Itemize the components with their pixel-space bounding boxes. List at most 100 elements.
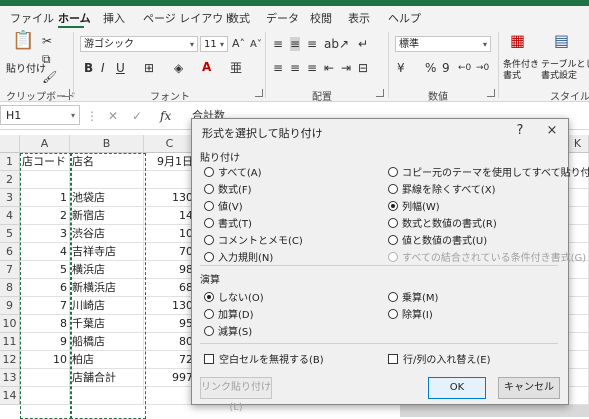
font-name-combo[interactable]: 游ゴシック ▾ <box>80 36 198 52</box>
row-header[interactable]: 2 <box>0 171 20 189</box>
cell-c7[interactable]: 98 <box>144 261 196 279</box>
increase-decimal-icon[interactable]: ←0 <box>458 61 471 75</box>
orientation-icon[interactable]: ab↗ <box>324 37 349 51</box>
paste-radio-5[interactable]: 入力規則(N) <box>204 249 273 264</box>
row-header[interactable]: 14 <box>0 387 20 405</box>
paste-radio-0[interactable]: すべて(A) <box>204 164 262 179</box>
paste-radio-4[interactable]: コメントとメモ(C) <box>204 232 303 247</box>
row-header[interactable]: 8 <box>0 279 20 297</box>
tab-file[interactable]: ファイル <box>10 10 54 26</box>
cell-c4[interactable]: 14 <box>144 207 196 225</box>
conditional-format-icon[interactable]: ▦ <box>510 33 525 49</box>
cell-c11[interactable]: 80 <box>144 333 196 351</box>
row-header[interactable]: 12 <box>0 351 20 369</box>
column-header-a[interactable]: A <box>20 135 70 153</box>
paste-alt-radio-1[interactable]: 罫線を除くすべて(X) <box>388 181 496 196</box>
percent-button[interactable]: % <box>425 61 436 75</box>
cancel-entry-icon[interactable]: ✕ <box>108 109 118 123</box>
tab-review[interactable]: 校閲 <box>310 10 332 26</box>
operation-alt-radio-1[interactable]: 除算(I) <box>388 306 433 321</box>
paste-radio-3[interactable]: 書式(T) <box>204 215 252 230</box>
merge-center-icon[interactable]: ⊟ <box>358 61 368 75</box>
phonetic-icon[interactable]: 亜 <box>230 61 242 75</box>
cell-c10[interactable]: 95 <box>144 315 196 333</box>
row-header[interactable]: 1 <box>0 153 20 171</box>
conditional-format-button[interactable]: 条件付き 書式 <box>503 60 539 82</box>
ok-button[interactable]: OK <box>428 377 486 399</box>
tab-page-layout[interactable]: ページ レイアウト <box>143 10 234 26</box>
row-header[interactable]: 5 <box>0 225 20 243</box>
skip-blanks-checkbox[interactable]: 空白セルを無視する(B) <box>204 351 324 366</box>
select-all-corner[interactable] <box>0 135 20 153</box>
transpose-checkbox[interactable]: 行/列の入れ替え(E) <box>388 351 491 366</box>
column-header-k[interactable]: K <box>567 135 589 153</box>
comma-button[interactable]: 9 <box>442 61 450 75</box>
tab-view[interactable]: 表示 <box>348 10 370 26</box>
paste-icon[interactable]: 📋 <box>12 32 34 50</box>
number-launcher-icon[interactable] <box>487 89 495 97</box>
cell-c14[interactable] <box>144 387 196 405</box>
font-launcher-icon[interactable] <box>255 89 263 97</box>
decrease-indent-icon[interactable]: ⇤ <box>324 61 334 75</box>
paste-alt-radio-4[interactable]: 値と数値の書式(U) <box>388 232 487 247</box>
cancel-button[interactable]: キャンセル <box>498 377 560 399</box>
tab-formulas[interactable]: 数式 <box>228 10 250 26</box>
tab-home[interactable]: ホーム <box>58 10 91 26</box>
format-as-table-icon[interactable]: ▤ <box>554 33 569 49</box>
cell-c12[interactable]: 72 <box>144 351 196 369</box>
column-header-c[interactable]: C <box>144 135 196 153</box>
grow-font-icon[interactable]: A˄ <box>232 37 245 51</box>
currency-icon[interactable]: ¥ <box>397 61 405 75</box>
clipboard-launcher-icon[interactable] <box>62 89 70 97</box>
row-header[interactable]: 6 <box>0 243 20 261</box>
paste-alt-radio-2[interactable]: 列幅(W) <box>388 198 440 213</box>
cell-c8[interactable]: 68 <box>144 279 196 297</box>
paste-radio-2[interactable]: 値(V) <box>204 198 243 213</box>
borders-icon[interactable]: ⊞ <box>144 61 154 75</box>
row-header[interactable]: 7 <box>0 261 20 279</box>
operation-alt-radio-0[interactable]: 乗算(M) <box>388 289 438 304</box>
paste-alt-radio-0[interactable]: コピー元のテーマを使用してすべて貼り付け(H) <box>388 164 589 179</box>
underline-button[interactable]: U <box>116 61 125 75</box>
row-header[interactable]: 9 <box>0 297 20 315</box>
row-header[interactable]: 3 <box>0 189 20 207</box>
cell-c2[interactable] <box>144 171 196 189</box>
paste-radio-1[interactable]: 数式(F) <box>204 181 252 196</box>
font-size-combo[interactable]: 11 ▾ <box>200 36 228 52</box>
paste-alt-radio-5[interactable]: すべての結合されている条件付き書式(G) <box>388 249 586 264</box>
name-box[interactable]: H1 ▾ <box>0 105 80 125</box>
tab-data[interactable]: データ <box>266 10 299 26</box>
insert-function-button[interactable]: fx <box>160 109 171 123</box>
paste-alt-radio-3[interactable]: 数式と数値の書式(R) <box>388 215 497 230</box>
shrink-font-icon[interactable]: A˅ <box>250 38 262 52</box>
operation-radio-1[interactable]: 加算(D) <box>204 306 254 321</box>
align-top-icon[interactable]: ≡ <box>273 37 283 51</box>
decrease-decimal-icon[interactable]: →0 <box>476 61 489 75</box>
cell-c6[interactable]: 70 <box>144 243 196 261</box>
copy-icon[interactable]: ⧉ <box>42 52 51 66</box>
font-color-icon[interactable]: A <box>202 60 211 74</box>
help-button[interactable]: ? <box>508 121 532 141</box>
cell-c5[interactable]: 10 <box>144 225 196 243</box>
confirm-entry-icon[interactable]: ✓ <box>132 109 142 123</box>
fill-color-icon[interactable]: ◈ <box>174 61 183 75</box>
tab-insert[interactable]: 挿入 <box>103 10 125 26</box>
paste-link-button[interactable]: リンク貼り付け(L) <box>200 377 272 413</box>
row-header[interactable]: 4 <box>0 207 20 225</box>
operation-radio-2[interactable]: 減算(S) <box>204 323 252 338</box>
tab-help[interactable]: ヘルプ <box>388 10 421 26</box>
cell-c3[interactable]: 130 <box>144 189 196 207</box>
cell-c9[interactable]: 130 <box>144 297 196 315</box>
bold-button[interactable]: B <box>84 61 93 75</box>
cell-c13[interactable]: 997 <box>144 369 196 387</box>
align-center-icon[interactable]: ≡ <box>290 61 300 75</box>
wrap-text-icon[interactable]: ↵ <box>358 37 368 51</box>
row-header[interactable]: 10 <box>0 315 20 333</box>
align-bottom-icon[interactable]: ≡ <box>307 37 317 51</box>
alignment-launcher-icon[interactable] <box>376 89 384 97</box>
paste-button[interactable]: 貼り付け <box>6 60 46 75</box>
format-as-table-button[interactable]: テーブルとして 書式設定 <box>541 60 589 82</box>
align-left-icon[interactable]: ≡ <box>273 61 283 75</box>
align-middle-icon[interactable]: ≡ <box>290 37 301 51</box>
close-button[interactable]: × <box>540 121 564 141</box>
